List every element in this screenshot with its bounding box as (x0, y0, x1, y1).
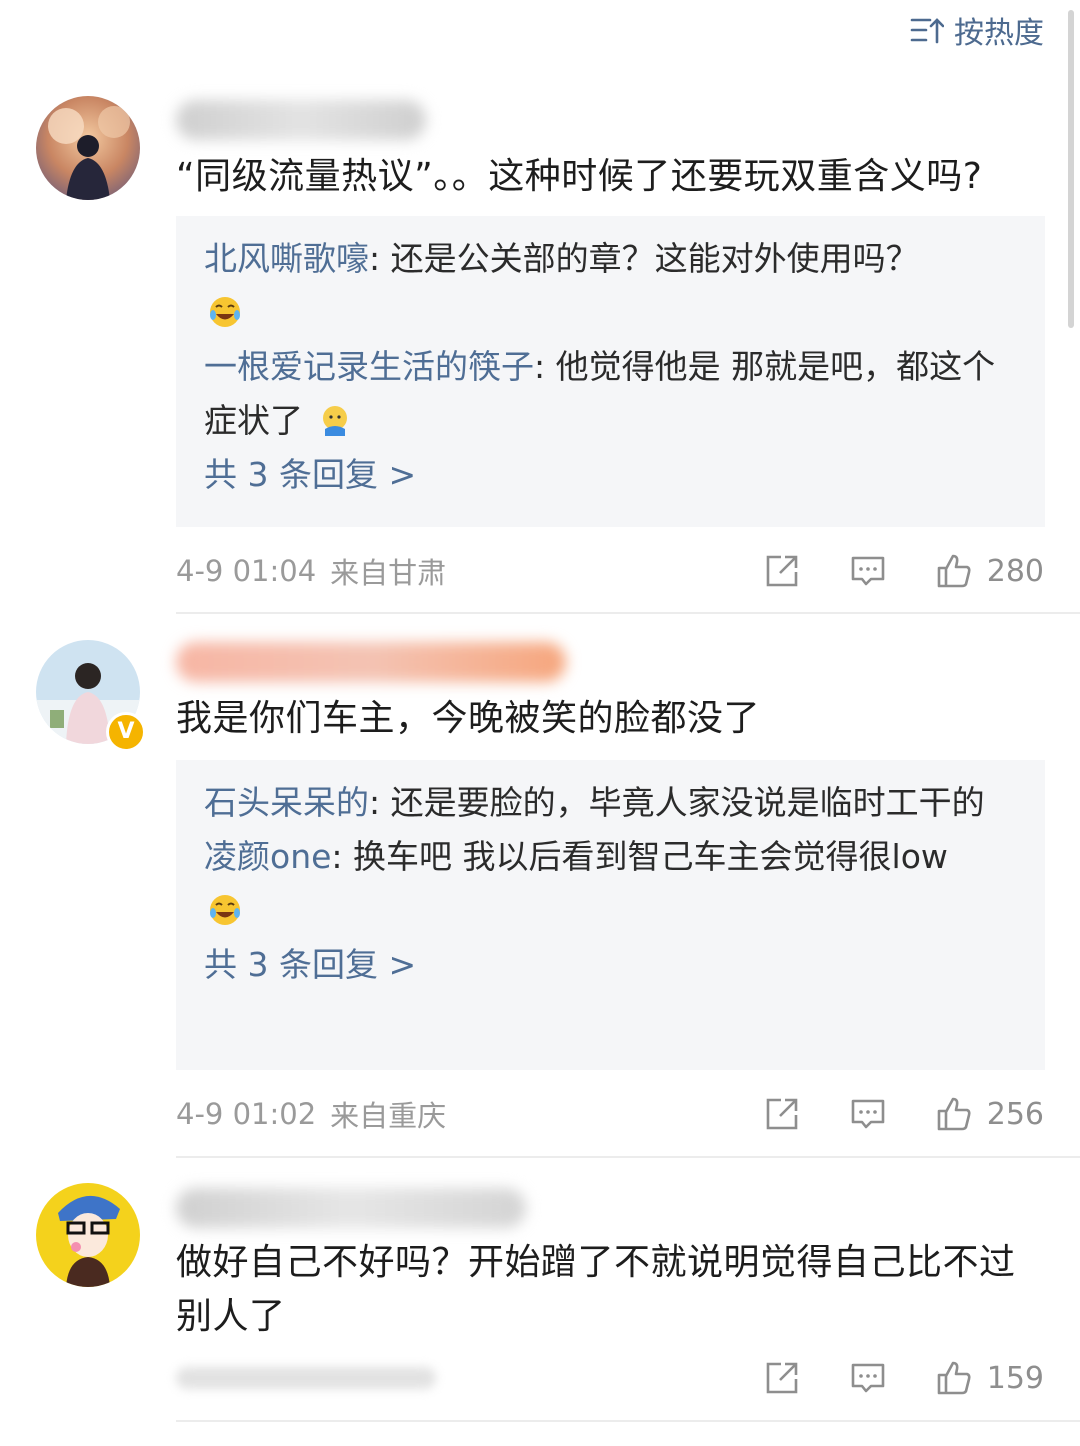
laugh-cry-icon (210, 895, 240, 925)
comment-text: 做好自己不好吗？开始蹭了不就说明觉得自己比不过别人了 (176, 1242, 1016, 1337)
thumbs-up-icon (937, 1097, 971, 1131)
reply-text: : 换车吧 我以后看到智己车主会觉得很low (331, 837, 948, 876)
view-more-replies-link[interactable]: 共 3 条回复 > (176, 938, 1045, 992)
laugh-cry-icon (210, 297, 240, 327)
comment-icon (851, 1099, 885, 1129)
verified-badge: V (106, 712, 146, 752)
username-blurred[interactable] (176, 100, 426, 140)
comment-meta: 4-9 01:04 来自甘肃 280 (176, 549, 1044, 593)
like-button[interactable]: 256 (935, 1095, 1044, 1133)
like-button[interactable]: 159 (935, 1359, 1044, 1397)
reply-item[interactable]: 一根爱记录生活的筷子: 他觉得他是 那就是吧，都这个症状了 (176, 340, 1045, 448)
avatar[interactable] (36, 1183, 140, 1287)
share-button[interactable] (763, 1095, 801, 1133)
reply-button[interactable] (849, 1359, 887, 1397)
like-count: 256 (986, 1096, 1044, 1132)
comment-time: 4-9 01:04 (176, 554, 317, 588)
comment-meta: 159 (176, 1356, 1044, 1400)
reply-username[interactable]: 一根爱记录生活的筷子 (204, 347, 534, 386)
reply-username[interactable]: 北风嘶歌嚎 (204, 239, 369, 278)
username-blurred[interactable] (176, 1188, 526, 1228)
comment-text: “同级流量热议”。。这种时候了还要玩双重含义吗? (176, 156, 983, 197)
scrollbar[interactable] (1068, 10, 1074, 328)
share-button[interactable] (763, 1359, 801, 1397)
reply-item[interactable]: 北风嘶歌嚎: 还是公关部的章？这能对外使用吗？ (176, 232, 1045, 340)
reply-text: : 还是要脸的，毕竟人家没说是临时工干的 (369, 783, 985, 822)
thumbs-up-icon (937, 1361, 971, 1395)
reply-button[interactable] (849, 1095, 887, 1133)
comment-meta: 4-9 01:02 来自重庆 256 (176, 1092, 1044, 1136)
reply-button[interactable] (849, 552, 887, 590)
like-count: 280 (986, 553, 1044, 589)
face-emoji-icon (322, 406, 347, 436)
comment-location: 来自重庆 (330, 1099, 447, 1133)
thumbs-up-icon (937, 554, 971, 588)
divider (176, 1156, 1080, 1158)
avatar[interactable] (36, 96, 140, 200)
divider (176, 1420, 1080, 1422)
share-icon (766, 1362, 798, 1394)
reply-item[interactable]: 凌颜one: 换车吧 我以后看到智己车主会觉得很low (176, 830, 1045, 938)
comment-text: 我是你们车主，今晚被笑的脸都没了 (176, 698, 761, 739)
like-button[interactable]: 280 (935, 552, 1044, 590)
comment-icon (851, 556, 885, 586)
share-button[interactable] (763, 552, 801, 590)
reply-box[interactable]: 北风嘶歌嚎: 还是公关部的章？这能对外使用吗？ 一根爱记录生活的筷子: 他觉得他… (176, 216, 1045, 527)
reply-username[interactable]: 石头呆呆的 (204, 783, 369, 822)
divider (176, 612, 1080, 614)
view-more-replies-link[interactable]: 共 3 条回复 > (176, 448, 1045, 502)
sort-by-hot-button[interactable]: 按热度 (910, 8, 1044, 52)
comment-icon (851, 1363, 885, 1393)
comment-time: 4-9 01:02 (176, 1097, 317, 1131)
reply-username[interactable]: 凌颜one (204, 837, 331, 876)
comment-location: 来自甘肃 (330, 556, 447, 590)
like-count: 159 (986, 1360, 1044, 1396)
sort-icon (910, 18, 944, 44)
reply-item[interactable]: 石头呆呆的: 还是要脸的，毕竟人家没说是临时工干的 (176, 776, 1045, 830)
reply-box[interactable]: 石头呆呆的: 还是要脸的，毕竟人家没说是临时工干的 凌颜one: 换车吧 我以后… (176, 760, 1045, 1070)
comment-time-blurred (176, 1367, 436, 1389)
reply-text: : 还是公关部的章？这能对外使用吗？ (369, 239, 919, 278)
share-icon (766, 1098, 798, 1130)
share-icon (766, 555, 798, 587)
sort-label: 按热度 (954, 16, 1044, 51)
username-blurred[interactable] (176, 642, 566, 682)
